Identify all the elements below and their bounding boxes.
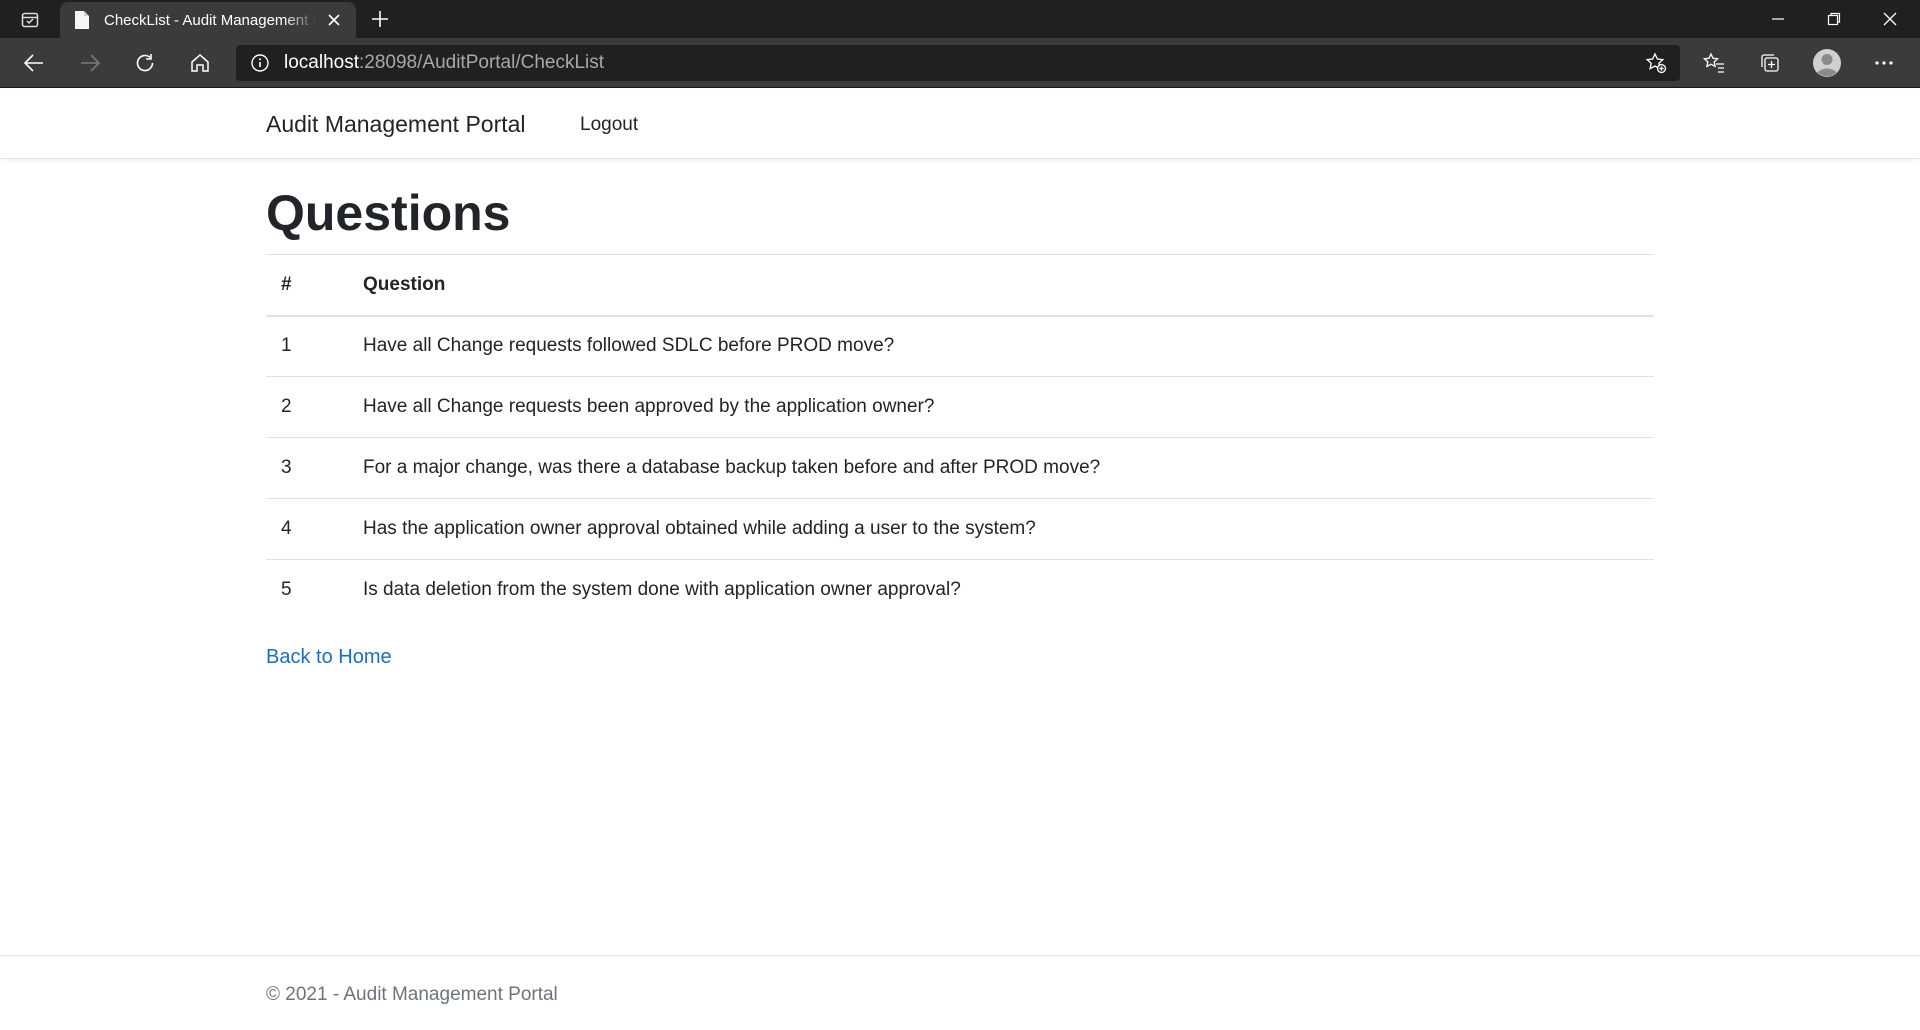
footer-copyright: © 2021 - Audit Management Portal xyxy=(266,984,558,1005)
page-viewport: Audit Management Portal Logout Questions… xyxy=(0,89,1920,1030)
url-text: localhost:28098/AuditPortal/CheckList xyxy=(284,52,604,74)
plus-icon xyxy=(372,11,388,27)
favorites-button[interactable] xyxy=(1694,45,1734,81)
browser-titlebar: CheckList - Audit Management Portal xyxy=(0,0,1920,38)
close-window-button[interactable] xyxy=(1862,0,1918,38)
site-footer: © 2021 - Audit Management Portal xyxy=(0,955,1920,1030)
table-row: 2 Have all Change requests been approved… xyxy=(266,376,1654,438)
tab-actions-icon xyxy=(21,12,39,28)
questions-table: # Question 1 Have all Change requests fo… xyxy=(266,254,1654,621)
restore-button[interactable] xyxy=(1806,0,1862,38)
tab-actions-button[interactable] xyxy=(10,6,50,34)
minimize-button[interactable] xyxy=(1750,0,1806,38)
table-row: 3 For a major change, was there a databa… xyxy=(266,437,1654,499)
site-brand-link[interactable]: Audit Management Portal xyxy=(266,111,526,138)
back-button[interactable] xyxy=(16,45,52,81)
question-text: Is data deletion from the system done wi… xyxy=(348,559,1654,621)
settings-menu-button[interactable] xyxy=(1864,45,1904,81)
profile-button[interactable] xyxy=(1807,45,1847,81)
browser-toolbar: localhost:28098/AuditPortal/CheckList xyxy=(0,38,1920,88)
add-favorite-icon[interactable] xyxy=(1640,47,1672,79)
more-dots-icon xyxy=(1875,61,1893,65)
new-tab-button[interactable] xyxy=(366,5,394,33)
site-info-icon[interactable] xyxy=(242,45,278,81)
arrow-right-icon xyxy=(81,54,101,72)
question-number: 1 xyxy=(281,335,292,357)
browser-tab-active[interactable]: CheckList - Audit Management Portal xyxy=(60,2,356,38)
question-number: 3 xyxy=(266,437,348,499)
address-bar[interactable]: localhost:28098/AuditPortal/CheckList xyxy=(236,45,1680,81)
refresh-icon xyxy=(136,54,154,72)
question-number: 2 xyxy=(266,376,348,438)
avatar-icon xyxy=(1813,49,1841,77)
logout-link[interactable]: Logout xyxy=(580,114,638,136)
url-host: localhost xyxy=(284,52,359,73)
home-icon xyxy=(191,54,209,72)
question-text: For a major change, was there a database… xyxy=(348,437,1654,499)
page-favicon-icon xyxy=(72,10,92,30)
column-header-number: # xyxy=(266,254,348,317)
table-header-row: # Question xyxy=(266,254,1654,317)
url-path: :28098/AuditPortal/CheckList xyxy=(359,52,605,73)
refresh-button[interactable] xyxy=(127,45,163,81)
forward-button[interactable] xyxy=(72,45,108,81)
question-text: Has the application owner approval obtai… xyxy=(348,498,1654,560)
column-header-question: Question xyxy=(348,254,1654,317)
close-icon xyxy=(1883,12,1897,26)
minimize-icon xyxy=(1772,18,1784,20)
tab-close-icon[interactable] xyxy=(322,8,346,32)
table-row: 4 Has the application owner approval obt… xyxy=(266,498,1654,560)
question-text: Have all Change requests been approved b… xyxy=(348,376,1654,438)
collections-icon xyxy=(1761,54,1779,72)
question-number: 4 xyxy=(266,498,348,560)
restore-icon xyxy=(1827,12,1841,26)
table-row: 5 Is data deletion from the system done … xyxy=(266,559,1654,621)
back-to-home-link[interactable]: Back to Home xyxy=(266,646,392,669)
collections-button[interactable] xyxy=(1750,45,1790,81)
question-number: 5 xyxy=(266,559,348,621)
arrow-left-icon xyxy=(23,54,43,72)
home-button[interactable] xyxy=(182,45,218,81)
page-title: Questions xyxy=(266,185,511,241)
site-navbar: Audit Management Portal Logout xyxy=(0,89,1920,159)
favorites-icon xyxy=(1703,52,1724,73)
main-content: Questions # Question 1 Have all Change r… xyxy=(266,183,1654,669)
table-row: 1 Have all Change requests followed SDLC… xyxy=(266,316,1654,377)
tab-title: CheckList - Audit Management Portal xyxy=(104,11,316,29)
question-text: Have all Change requests followed SDLC b… xyxy=(363,335,895,357)
